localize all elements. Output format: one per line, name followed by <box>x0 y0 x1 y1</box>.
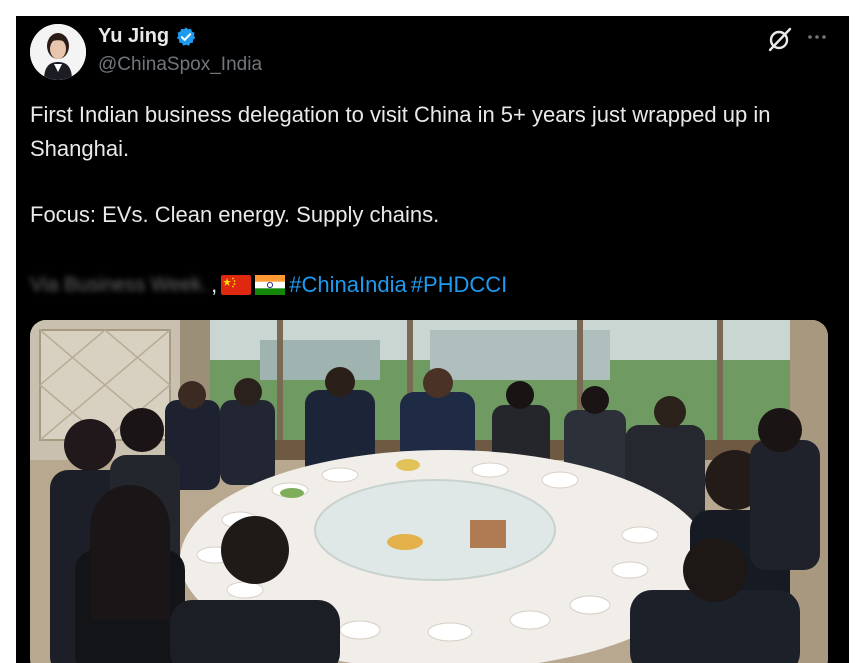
post-text-paragraph-1: First Indian business delegation to visi… <box>30 102 771 161</box>
hashtag-row: Via Business Week. , #ChinaIndia #PHDCCI <box>30 268 507 302</box>
author-handle[interactable]: @ChinaSpox_India <box>98 54 262 76</box>
avatar[interactable] <box>30 24 86 80</box>
author-display-name[interactable]: Yu Jing <box>98 25 169 48</box>
avatar-portrait-icon <box>30 24 86 80</box>
post-card: Yu Jing @ChinaSpox_India First Indian bu… <box>16 16 849 663</box>
blurred-text: Via Business Week. <box>30 274 208 296</box>
comma-separator: , <box>211 272 218 297</box>
china-flag-icon <box>221 275 252 295</box>
grok-icon[interactable] <box>767 26 793 52</box>
post-text-paragraph-2: Focus: EVs. Clean energy. Supply chains. <box>30 202 440 227</box>
post-photo[interactable] <box>30 320 828 663</box>
meeting-photo-illustration <box>30 320 828 663</box>
author-name-row: Yu Jing <box>98 25 197 48</box>
hashtag-link-chinaindia[interactable]: #ChinaIndia <box>289 268 406 302</box>
hashtag-link-phdcci[interactable]: #PHDCCI <box>411 268 508 302</box>
india-flag-icon <box>255 275 286 295</box>
verified-badge-icon <box>176 26 196 46</box>
more-options-icon[interactable] <box>805 25 829 49</box>
